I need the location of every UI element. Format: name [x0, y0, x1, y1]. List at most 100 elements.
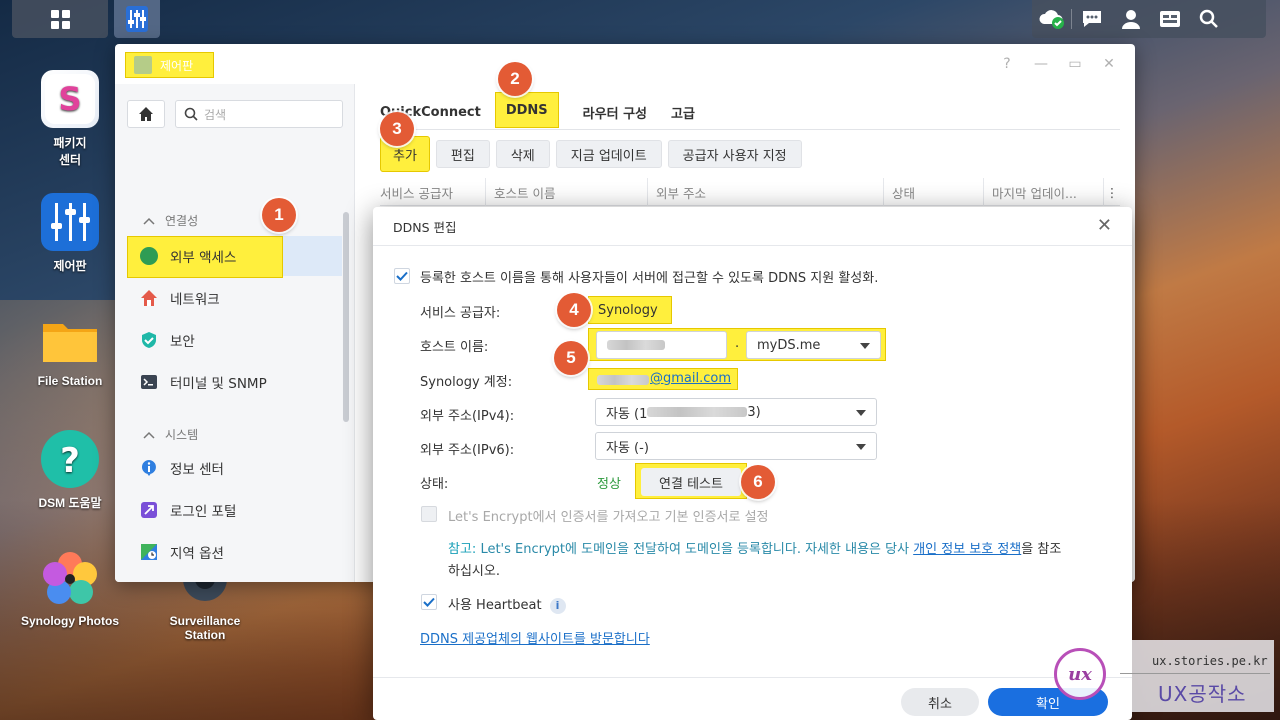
- note-prefix: 참고:: [448, 542, 477, 557]
- column-header-hostname[interactable]: 호스트 이름: [486, 178, 648, 206]
- watermark-logo-icon: ux: [1054, 648, 1106, 700]
- status-label: 상태:: [420, 477, 449, 492]
- tab-router-config[interactable]: 라우터 구성: [583, 96, 647, 128]
- sidebar-item-label: 외부 액세스: [170, 250, 237, 266]
- more-columns-icon[interactable]: ⋮: [1104, 178, 1120, 206]
- sidebar-item-network[interactable]: 네트워크: [127, 278, 342, 318]
- chevron-up-icon: [143, 431, 155, 439]
- sidebar-item-label: 보안: [170, 334, 195, 350]
- info-icon[interactable]: i: [549, 597, 566, 614]
- widget-icon: [1159, 11, 1180, 27]
- taskbar-right: [1032, 0, 1266, 38]
- home-icon: [139, 107, 153, 121]
- update-now-button[interactable]: 지금 업데이트: [555, 140, 662, 168]
- close-button[interactable]: ✕: [1101, 56, 1117, 72]
- dropdown-caret-icon: [856, 410, 866, 416]
- sidebar-item-notification[interactable]: 알림: [127, 574, 342, 582]
- desktop-icon-label: 제어판: [53, 259, 87, 273]
- ipv6-value: 자동 (-): [606, 440, 649, 456]
- synology-account-value[interactable]: @gmail.com: [650, 371, 731, 386]
- letsencrypt-checkbox[interactable]: [421, 506, 437, 522]
- external-access-icon: [140, 247, 158, 265]
- delete-button[interactable]: 삭제: [495, 140, 550, 168]
- heartbeat-checkbox[interactable]: [421, 594, 437, 610]
- watermark-name: UX공작소: [1158, 682, 1247, 706]
- column-header-external-address[interactable]: 외부 주소: [648, 178, 884, 206]
- window-controls: ? — ▭ ✕: [999, 56, 1117, 72]
- customize-provider-button[interactable]: 공급자 사용자 지정: [667, 140, 802, 168]
- desktop-icon-label: 센터: [58, 153, 82, 167]
- search-icon: [1199, 9, 1218, 28]
- ipv4-suffix: 3): [747, 404, 761, 420]
- window-title: 제어판: [160, 58, 194, 73]
- step-badge-6: 6: [741, 465, 775, 499]
- search-button[interactable]: [1189, 0, 1228, 38]
- service-provider-label: 서비스 공급자:: [420, 306, 501, 321]
- column-header-last-update[interactable]: 마지막 업데이...: [984, 178, 1104, 206]
- sidebar-item-terminal-snmp[interactable]: 터미널 및 SNMP: [127, 362, 342, 402]
- control-panel-titlebar[interactable]: 제어판 ? — ▭ ✕: [115, 44, 1135, 84]
- desktop-icon-label: Surveillance Station: [169, 614, 241, 642]
- search-input[interactable]: 검색: [175, 100, 343, 128]
- ipv4-select[interactable]: 자동 (1 3): [595, 398, 877, 426]
- minimize-button[interactable]: —: [1033, 56, 1049, 72]
- table-header: 서비스 공급자 호스트 이름 외부 주소 상태 마지막 업데이... ⋮: [380, 178, 1120, 206]
- shield-icon: [142, 332, 156, 348]
- svg-text:?: ?: [60, 441, 80, 481]
- service-provider-value-highlight: Synology: [588, 296, 672, 324]
- enable-ddns-checkbox[interactable]: [394, 268, 410, 284]
- tab-ddns[interactable]: DDNS: [494, 92, 559, 128]
- sidebar-scrollbar[interactable]: [343, 212, 349, 422]
- user-button[interactable]: [1111, 0, 1150, 38]
- regional-options-icon: [141, 544, 157, 560]
- desktop-icon-dsm-help[interactable]: ? DSM 도움말: [15, 430, 125, 511]
- search-placeholder: 검색: [204, 107, 227, 122]
- chat-button[interactable]: [1072, 0, 1111, 38]
- widgets-button[interactable]: [1150, 0, 1189, 38]
- dropdown-caret-icon: [856, 444, 866, 450]
- tab-advanced[interactable]: 고급: [671, 96, 695, 128]
- sidebar-item-security[interactable]: 보안: [127, 320, 342, 360]
- taskbar-control-panel-button[interactable]: [114, 0, 160, 38]
- dialog-close-button[interactable]: ✕: [1097, 215, 1112, 236]
- hostname-input[interactable]: [596, 331, 727, 359]
- hostname-highlight: . myDS.me: [588, 328, 886, 361]
- sidebar-item-login-portal[interactable]: 로그인 포털: [127, 490, 342, 530]
- provider-website-link[interactable]: DDNS 제공업체의 웹사이트를 방문합니다: [420, 628, 650, 647]
- column-header-provider[interactable]: 서비스 공급자: [380, 178, 486, 206]
- test-connection-button[interactable]: 연결 테스트: [641, 468, 741, 496]
- note-line2: 하십시오.: [448, 564, 500, 579]
- desktop-icon-label: DSM 도움말: [38, 496, 102, 510]
- desktop-icon-control-panel[interactable]: 제어판: [15, 193, 125, 274]
- sidebar-section-connectivity[interactable]: 연결성: [143, 212, 198, 229]
- watermark-url: ux.stories.pe.kr: [1152, 654, 1268, 668]
- window-title-highlight: 제어판: [125, 52, 214, 78]
- sidebar-item-regional-options[interactable]: 지역 옵션: [127, 532, 342, 572]
- desktop-icon-file-station[interactable]: File Station: [15, 310, 125, 388]
- domain-select[interactable]: myDS.me: [746, 331, 881, 359]
- maximize-button[interactable]: ▭: [1067, 56, 1083, 72]
- edit-button[interactable]: 편집: [435, 140, 490, 168]
- sidebar-item-info-center[interactable]: 정보 센터: [127, 448, 342, 488]
- desktop-icon-package-center[interactable]: S 패키지 센터: [15, 70, 125, 168]
- cloud-sync-button[interactable]: [1032, 0, 1071, 38]
- sidebar-item-label: 정보 센터: [170, 462, 224, 478]
- help-button[interactable]: ?: [999, 56, 1015, 72]
- watermark-divider: [1120, 673, 1270, 674]
- note-text: 참고: Let's Encrypt에 도메인을 전달하여 도메인을 등록합니다.…: [448, 540, 1112, 560]
- sidebar-item-external-access[interactable]: 외부 액세스: [127, 236, 342, 278]
- ipv4-label: 외부 주소(IPv4):: [420, 409, 515, 424]
- sidebar-section-system[interactable]: 시스템: [143, 426, 198, 443]
- home-button[interactable]: [127, 100, 165, 128]
- status-value: 정상: [597, 477, 621, 492]
- domain-select-value: myDS.me: [757, 337, 821, 353]
- chevron-up-icon: [143, 217, 155, 225]
- column-header-status[interactable]: 상태: [884, 178, 984, 206]
- ipv6-select[interactable]: 자동 (-): [595, 432, 877, 460]
- main-menu-button[interactable]: [12, 0, 108, 38]
- desktop-icon-synology-photos[interactable]: Synology Photos: [15, 550, 125, 628]
- cancel-button[interactable]: 취소: [901, 688, 979, 716]
- check-icon: [423, 597, 435, 607]
- info-icon: [141, 460, 156, 476]
- privacy-policy-link[interactable]: 개인 정보 보호 정책: [913, 542, 1021, 557]
